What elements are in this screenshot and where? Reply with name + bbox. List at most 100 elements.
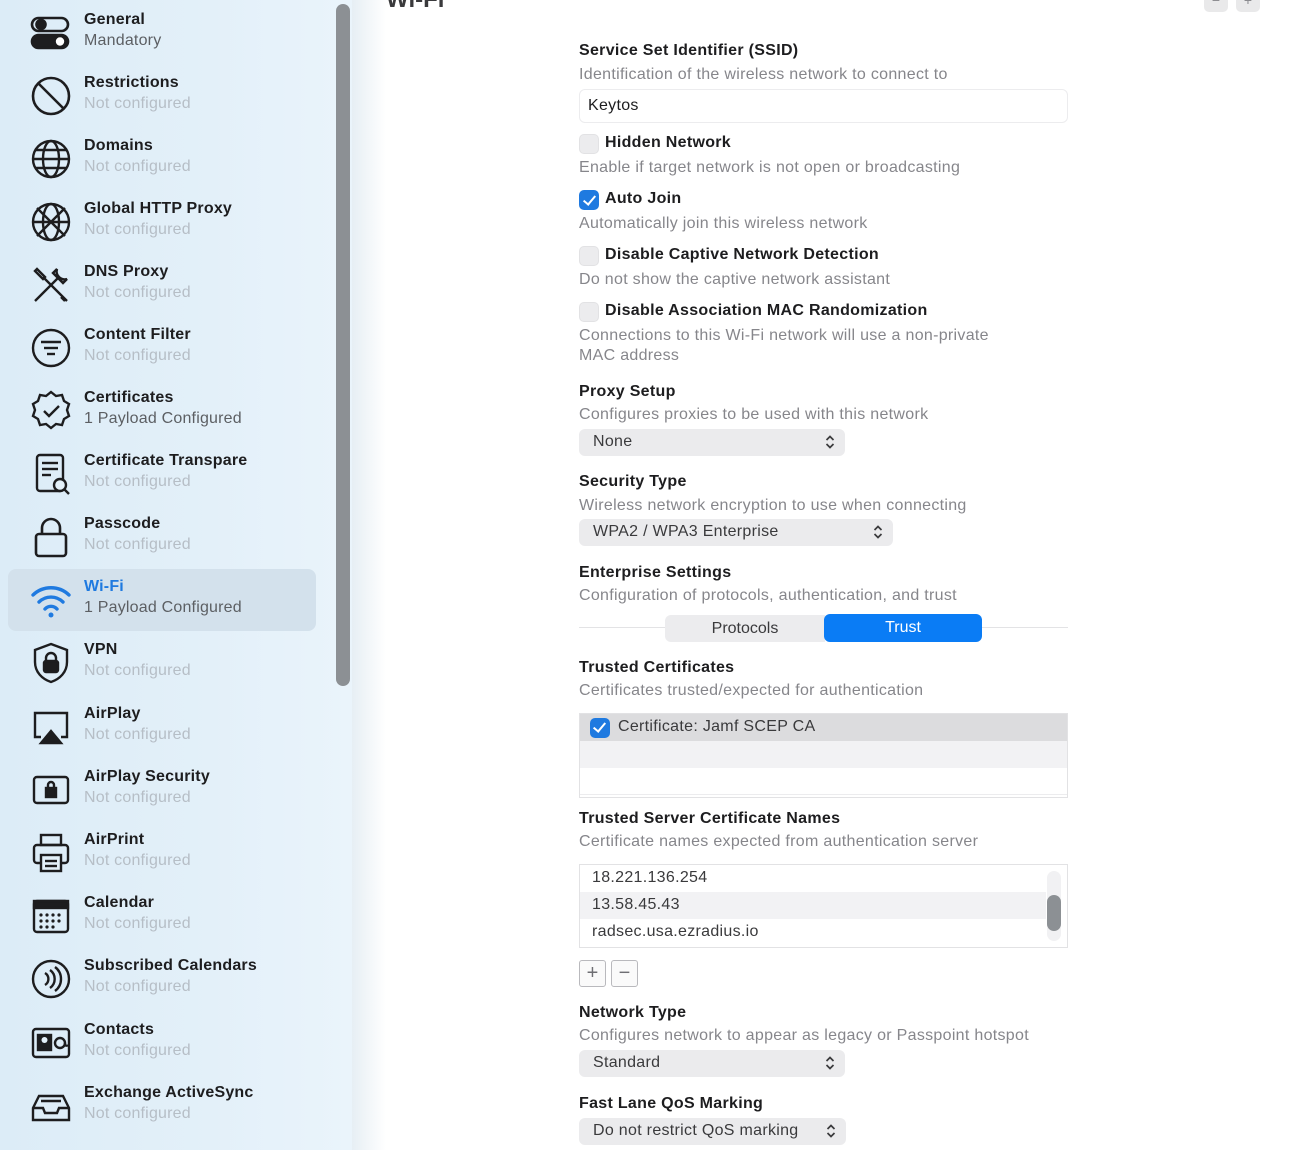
sidebar-item-subtitle: Not configured <box>84 1105 191 1122</box>
add-server-name-button[interactable]: + <box>579 960 606 987</box>
printer-icon <box>28 830 74 876</box>
calendar-icon <box>28 893 74 939</box>
fast-lane-qos-select[interactable]: Do not restrict QoS marking <box>579 1118 846 1145</box>
broadcast-icon <box>28 956 74 1002</box>
sidebar-item-subtitle: Not configured <box>84 915 191 932</box>
tools-icon <box>28 262 74 308</box>
network-type-value: Standard <box>593 1054 661 1071</box>
tab-trust[interactable]: Trust <box>824 614 982 642</box>
sidebar-item-subtitle: Not configured <box>84 536 191 553</box>
hidden-network-description: Enable if target network is not open or … <box>579 159 961 176</box>
remove-payload-button[interactable]: − <box>1204 0 1228 12</box>
table-row[interactable]: radsec.usa.ezradius.io <box>580 919 1046 946</box>
sidebar-item-subtitle: Not configured <box>84 1042 191 1059</box>
sidebar-item-certificates[interactable]: Certificates 1 Payload Configured <box>8 380 316 442</box>
sidebar-item-calendar[interactable]: Calendar Not configured <box>8 885 316 947</box>
certificate-checkbox[interactable] <box>590 718 610 738</box>
sidebar-item-subtitle: Not configured <box>84 284 191 301</box>
sidebar: General Mandatory Restrictions Not confi… <box>0 0 352 1150</box>
certificate-seal-icon <box>28 388 74 434</box>
auto-join-label: Auto Join <box>605 190 682 207</box>
mac-randomization-description-line1: Connections to this Wi-Fi network will u… <box>579 327 989 344</box>
table-row[interactable]: 13.58.45.43 <box>580 892 1046 919</box>
sidebar-item-vpn[interactable]: VPN Not configured <box>8 632 316 694</box>
trusted-server-names-title: Trusted Server Certificate Names <box>579 810 841 827</box>
enterprise-settings-title: Enterprise Settings <box>579 564 732 581</box>
fast-lane-qos-title: Fast Lane QoS Marking <box>579 1095 764 1112</box>
sidebar-item-title: AirPlay Security <box>84 768 210 785</box>
sidebar-item-passcode[interactable]: Passcode Not configured <box>8 506 316 568</box>
sidebar-item-contacts[interactable]: Contacts Not configured <box>8 1012 316 1074</box>
sidebar-item-title: Restrictions <box>84 74 179 91</box>
disable-mac-randomization-checkbox[interactable] <box>579 302 599 322</box>
sidebar-item-subtitle: 1 Payload Configured <box>84 599 242 616</box>
sidebar-item-airprint[interactable]: AirPrint Not configured <box>8 822 316 884</box>
sidebar-item-title: VPN <box>84 641 118 658</box>
add-payload-button[interactable]: + <box>1236 0 1260 12</box>
sidebar-item-general[interactable]: General Mandatory <box>8 2 316 64</box>
remove-server-name-button[interactable]: − <box>611 960 638 987</box>
sidebar-item-subscribed-calendars[interactable]: Subscribed Calendars Not configured <box>8 948 316 1010</box>
sidebar-item-title: Wi-Fi <box>84 578 124 595</box>
list-scrollbar-thumb[interactable] <box>1047 895 1061 931</box>
sidebar-item-content-filter[interactable]: Content Filter Not configured <box>8 317 316 379</box>
sidebar-scrollbar[interactable] <box>336 4 350 686</box>
filter-icon <box>28 325 74 371</box>
sidebar-item-airplay[interactable]: AirPlay Not configured <box>8 696 316 758</box>
sidebar-item-title: Subscribed Calendars <box>84 957 257 974</box>
auto-join-checkbox[interactable] <box>579 190 599 210</box>
sidebar-item-title: Contacts <box>84 1021 155 1038</box>
security-type-description: Wireless network encryption to use when … <box>579 497 967 514</box>
globe-icon <box>28 136 74 182</box>
security-type-select[interactable]: WPA2 / WPA3 Enterprise <box>579 519 893 546</box>
fast-lane-qos-value: Do not restrict QoS marking <box>593 1122 799 1139</box>
sidebar-item-title: DNS Proxy <box>84 263 169 280</box>
contact-card-icon <box>28 1020 74 1066</box>
document-search-icon <box>28 451 74 497</box>
table-row[interactable]: 18.221.136.254 <box>580 865 1046 892</box>
sidebar-item-subtitle: Not configured <box>84 726 191 743</box>
disable-captive-checkbox[interactable] <box>579 246 599 266</box>
sidebar-item-subtitle: Not configured <box>84 978 191 995</box>
sidebar-item-subtitle: Not configured <box>84 347 191 364</box>
proxy-setup-description: Configures proxies to be used with this … <box>579 406 929 423</box>
certificate-label: Certificate: Jamf SCEP CA <box>618 718 816 735</box>
sidebar-divider-shadow <box>352 0 386 1150</box>
sidebar-item-exchange-activesync[interactable]: Exchange ActiveSync Not configured <box>8 1075 316 1137</box>
sidebar-item-certificate-transparency[interactable]: Certificate Transpare Not configured <box>8 443 316 505</box>
chevron-updown-icon <box>826 1124 836 1138</box>
disable-captive-label: Disable Captive Network Detection <box>605 246 879 263</box>
hidden-network-checkbox[interactable] <box>579 134 599 154</box>
tab-protocols[interactable]: Protocols <box>665 615 825 642</box>
security-type-value: WPA2 / WPA3 Enterprise <box>593 523 779 540</box>
sidebar-item-restrictions[interactable]: Restrictions Not configured <box>8 65 316 127</box>
sidebar-item-wi-fi[interactable]: Wi-Fi 1 Payload Configured <box>8 569 316 631</box>
sidebar-item-global-http-proxy[interactable]: Global HTTP Proxy Not configured <box>8 191 316 253</box>
sidebar-item-subtitle: Not configured <box>84 221 191 238</box>
sidebar-item-title: Passcode <box>84 515 161 532</box>
network-type-select[interactable]: Standard <box>579 1050 845 1077</box>
sidebar-item-subtitle: Mandatory <box>84 32 162 49</box>
ssid-description: Identification of the wireless network t… <box>579 66 948 83</box>
trusted-certificates-title: Trusted Certificates <box>579 659 735 676</box>
sidebar-item-airplay-security[interactable]: AirPlay Security Not configured <box>8 759 316 821</box>
ssid-input[interactable]: Keytos <box>579 89 1068 123</box>
sidebar-item-title: Calendar <box>84 894 155 911</box>
inbox-tray-icon <box>28 1083 74 1129</box>
trusted-server-names-list: 18.221.136.254 13.58.45.43 radsec.usa.ez… <box>579 864 1068 948</box>
list-item[interactable]: Certificate: Jamf SCEP CA <box>580 714 1067 741</box>
enterprise-settings-description: Configuration of protocols, authenticati… <box>579 587 957 604</box>
sidebar-item-subtitle: 1 Payload Configured <box>84 410 242 427</box>
sidebar-item-dns-proxy[interactable]: DNS Proxy Not configured <box>8 254 316 316</box>
sidebar-item-title: Certificates <box>84 389 174 406</box>
disable-mac-randomization-label: Disable Association MAC Randomization <box>605 302 928 319</box>
sidebar-item-domains[interactable]: Domains Not configured <box>8 128 316 190</box>
mac-randomization-description-line2: MAC address <box>579 347 680 364</box>
proxy-setup-select[interactable]: None <box>579 429 845 456</box>
ssid-title: Service Set Identifier (SSID) <box>579 42 799 59</box>
page-title: Wi-Fi <box>386 0 444 14</box>
sidebar-item-title: AirPrint <box>84 831 145 848</box>
sidebar-item-subtitle: Not configured <box>84 852 191 869</box>
network-type-description: Configures network to appear as legacy o… <box>579 1027 1029 1044</box>
sidebar-item-title: Global HTTP Proxy <box>84 200 233 217</box>
